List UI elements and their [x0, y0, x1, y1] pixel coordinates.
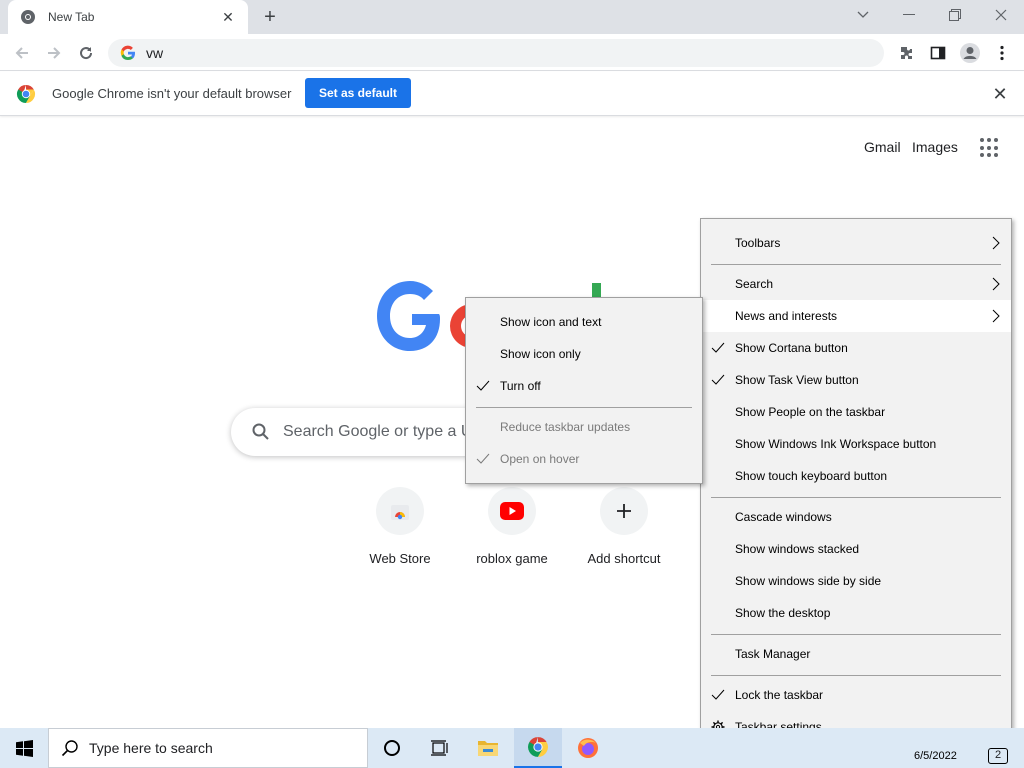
submenu-item-show-icon-only[interactable]: Show icon only: [466, 338, 702, 370]
restore-button[interactable]: [932, 0, 978, 30]
cortana-button[interactable]: [368, 728, 416, 768]
tab-search-icon[interactable]: [840, 0, 886, 30]
taskbar-search-box[interactable]: Type here to search: [48, 728, 368, 768]
checkmark-icon: [476, 380, 490, 391]
chevron-right-icon: [992, 277, 1000, 291]
chrome-icon: [528, 737, 548, 757]
shortcut-label: Web Store: [369, 551, 431, 566]
chrome-logo-icon: [16, 85, 36, 103]
menu-item-lock-the-taskbar[interactable]: Lock the taskbar: [701, 679, 1011, 711]
chevron-right-icon: [992, 309, 1000, 323]
menu-item-show-windows-side-by-side[interactable]: Show windows side by side: [701, 565, 1011, 597]
menu-item-show-touch-keyboard[interactable]: Show touch keyboard button: [701, 460, 1011, 492]
menu-item-toolbars[interactable]: Toolbars: [701, 227, 1011, 259]
infobar-message: Google Chrome isn't your default browser: [52, 86, 292, 101]
close-window-button[interactable]: [978, 0, 1024, 30]
shortcut-label: Add shortcut: [587, 551, 661, 566]
google-apps-icon[interactable]: [980, 138, 1000, 158]
chrome-taskbar-button[interactable]: [514, 728, 562, 768]
task-view-icon: [431, 740, 448, 756]
images-link[interactable]: Images: [912, 139, 958, 155]
submenu-item-open-on-hover: Open on hover: [466, 443, 702, 475]
checkmark-icon: [711, 689, 725, 700]
google-g-icon: [120, 45, 135, 61]
menu-separator: [711, 675, 1001, 676]
menu-item-show-ink-workspace[interactable]: Show Windows Ink Workspace button: [701, 428, 1011, 460]
firefox-icon: [578, 738, 598, 758]
new-tab-button[interactable]: +: [258, 5, 282, 29]
menu-item-news-and-interests[interactable]: News and interests: [701, 300, 1011, 332]
address-input[interactable]: [146, 45, 846, 61]
plus-icon: [617, 504, 631, 518]
menu-separator: [476, 407, 692, 408]
shortcut-roblox-game[interactable]: roblox game: [456, 487, 568, 566]
submenu-item-turn-off[interactable]: Turn off: [466, 370, 702, 402]
checkmark-icon: [476, 453, 490, 464]
menu-item-show-cortana-button[interactable]: Show Cortana button: [701, 332, 1011, 364]
tab-new-tab[interactable]: New Tab ✕: [8, 0, 248, 34]
default-browser-infobar: Google Chrome isn't your default browser…: [0, 72, 1024, 116]
shortcut-web-store[interactable]: Web Store: [344, 487, 456, 566]
shortcut-add[interactable]: Add shortcut: [568, 487, 680, 566]
menu-separator: [711, 264, 1001, 265]
notification-center-icon[interactable]: 2: [988, 748, 1008, 764]
youtube-icon: [500, 502, 524, 520]
file-explorer-button[interactable]: [464, 728, 512, 768]
gmail-link[interactable]: Gmail: [864, 139, 901, 155]
menu-item-show-the-desktop[interactable]: Show the desktop: [701, 597, 1011, 629]
shortcut-label: roblox game: [476, 551, 548, 566]
taskbar-search-text: Type here to search: [89, 740, 213, 756]
chrome-favicon-icon: [21, 10, 35, 24]
menu-item-task-manager[interactable]: Task Manager: [701, 638, 1011, 670]
checkmark-icon: [711, 342, 725, 353]
windows-logo-icon: [15, 739, 33, 757]
set-as-default-button[interactable]: Set as default: [305, 78, 411, 108]
menu-item-show-task-view-button[interactable]: Show Task View button: [701, 364, 1011, 396]
submenu-item-show-icon-and-text[interactable]: Show icon and text: [466, 306, 702, 338]
task-view-button[interactable]: [416, 728, 464, 768]
tab-close-icon[interactable]: ✕: [220, 9, 236, 25]
search-placeholder: Search Google or type a U: [283, 423, 473, 440]
news-and-interests-submenu: Show icon and text Show icon only Turn o…: [465, 297, 703, 484]
tab-title: New Tab: [48, 10, 95, 24]
folder-icon: [478, 741, 498, 756]
menu-separator: [711, 497, 1001, 498]
checkmark-icon: [711, 374, 725, 385]
minimize-button[interactable]: [886, 0, 932, 30]
chevron-right-icon: [992, 236, 1000, 250]
taskbar-date[interactable]: 6/5/2022: [914, 750, 957, 762]
extensions-icon[interactable]: [892, 39, 920, 67]
menu-separator: [711, 634, 1001, 635]
back-button[interactable]: [8, 39, 36, 67]
search-icon: [252, 423, 269, 440]
firefox-taskbar-button[interactable]: [564, 728, 612, 768]
menu-item-cascade-windows[interactable]: Cascade windows: [701, 501, 1011, 533]
reload-button[interactable]: [72, 39, 100, 67]
taskbar-context-menu: Toolbars Search News and interests Show …: [700, 218, 1012, 746]
start-button[interactable]: [0, 728, 48, 768]
menu-item-show-windows-stacked[interactable]: Show windows stacked: [701, 533, 1011, 565]
tab-strip: New Tab ✕ +: [0, 0, 1024, 34]
windows-taskbar: Type here to search 6/5/2022 2: [0, 728, 1024, 768]
profile-avatar-icon[interactable]: [956, 39, 984, 67]
side-panel-icon[interactable]: [924, 39, 952, 67]
search-icon: [61, 740, 78, 757]
chrome-menu-icon[interactable]: [988, 39, 1016, 67]
chrome-web-store-icon: [391, 505, 409, 520]
cortana-icon: [384, 740, 400, 756]
submenu-item-reduce-taskbar-updates: Reduce taskbar updates: [500, 420, 631, 434]
browser-toolbar: [0, 34, 1024, 71]
menu-item-search[interactable]: Search: [701, 268, 1011, 300]
address-bar[interactable]: [108, 39, 884, 67]
menu-item-show-people[interactable]: Show People on the taskbar: [701, 396, 1011, 428]
forward-button[interactable]: [40, 39, 68, 67]
infobar-close-icon[interactable]: ✕: [990, 84, 1010, 104]
